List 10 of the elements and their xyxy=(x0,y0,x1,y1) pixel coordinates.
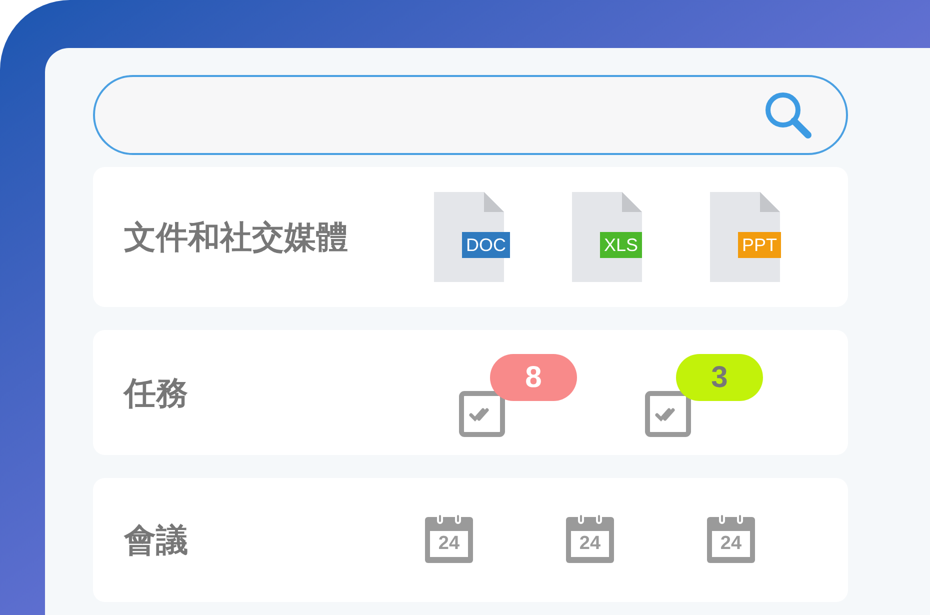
file-type-label: DOC xyxy=(462,232,510,258)
file-type-label: XLS xyxy=(600,232,642,258)
section-title: 會議 xyxy=(124,521,189,560)
count-badge: 8 xyxy=(490,354,577,400)
task-checkbox-icon[interactable] xyxy=(459,390,505,436)
count-badge: 3 xyxy=(676,354,763,400)
task-checkbox-icon[interactable] xyxy=(645,390,691,436)
file-type-label: PPT xyxy=(738,232,782,258)
section-title: 文件和社交媒體 xyxy=(124,218,349,257)
section-title: 任務 xyxy=(124,374,189,412)
